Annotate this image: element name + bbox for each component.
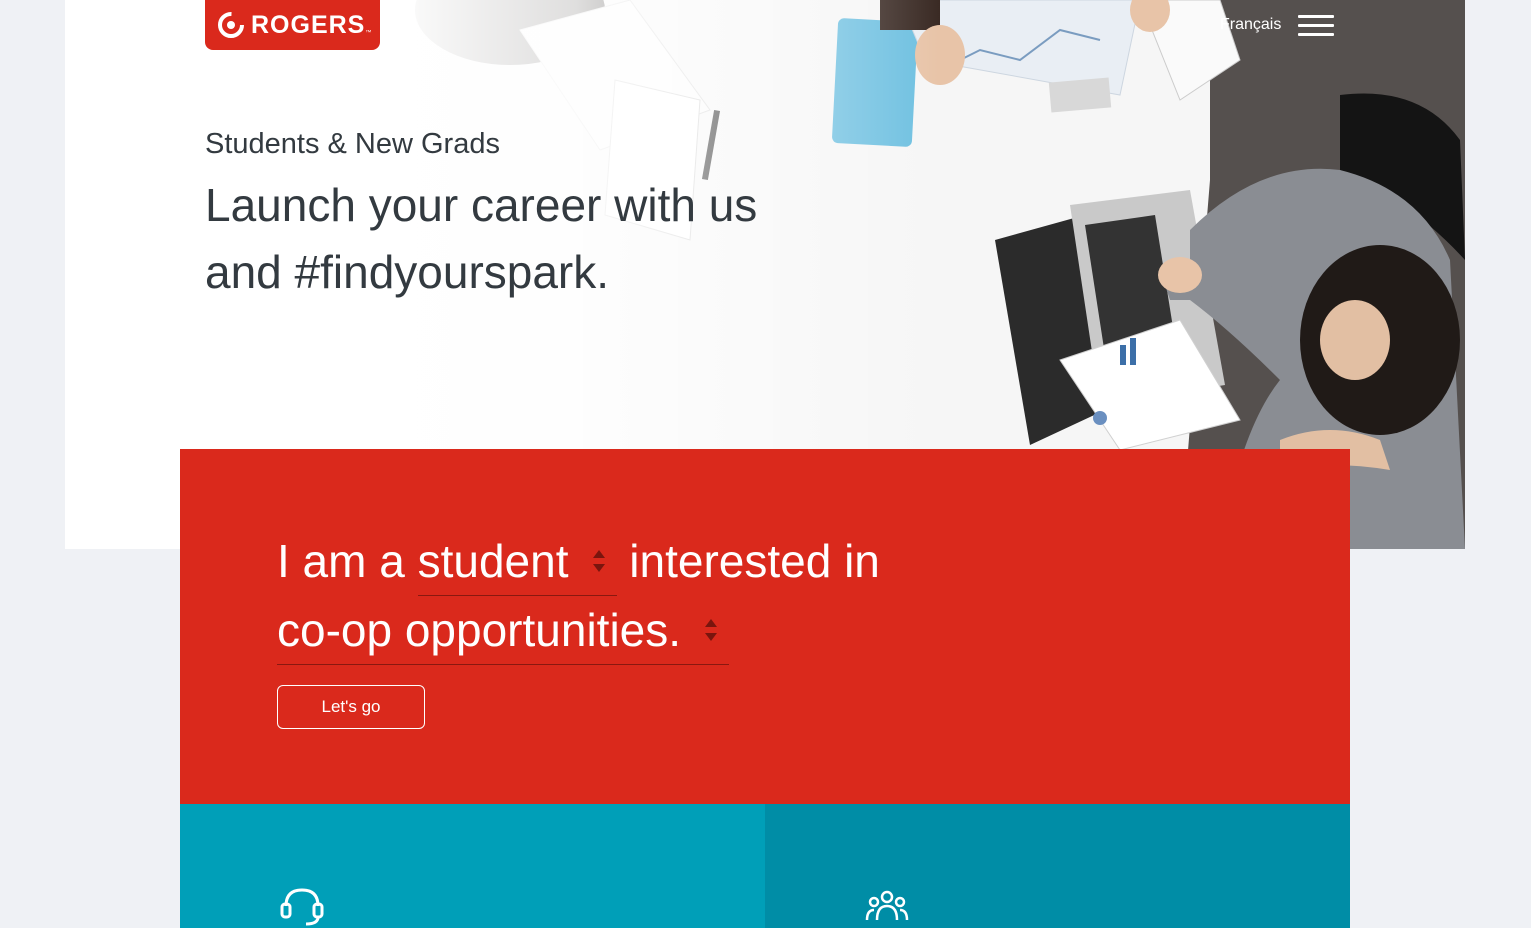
career-selector-sentence: I am a student interested in co-op oppor… xyxy=(277,527,1037,665)
hamburger-menu-icon[interactable] xyxy=(1298,15,1334,37)
select-arrows-icon xyxy=(705,619,718,641)
lets-go-button[interactable]: Let's go xyxy=(277,685,425,729)
sentence-prefix: I am a xyxy=(277,535,405,587)
hero-headline: Launch your career with us and #findyour… xyxy=(205,179,758,298)
select-arrows-icon xyxy=(592,550,605,572)
sentence-middle: interested in xyxy=(629,535,880,587)
interest-select-value: co-op opportunities. xyxy=(277,604,682,656)
support-card[interactable] xyxy=(180,804,765,928)
career-selector-panel: I am a student interested in co-op oppor… xyxy=(180,449,1350,804)
headset-icon xyxy=(280,888,324,926)
language-toggle-link[interactable]: Français xyxy=(1220,16,1281,34)
community-card[interactable] xyxy=(765,804,1350,928)
role-select-value: student xyxy=(417,535,569,587)
interest-select[interactable]: co-op opportunities. xyxy=(277,596,730,665)
rogers-swirl-icon xyxy=(218,12,244,38)
logo-wordmark: ROGERS xyxy=(251,10,366,39)
role-select[interactable]: student xyxy=(417,527,617,596)
rogers-logo[interactable]: ROGERS ™ xyxy=(205,0,380,50)
logo-trademark: ™ xyxy=(365,30,372,36)
hero-eyebrow: Students & New Grads xyxy=(205,128,500,160)
people-group-icon xyxy=(865,890,909,921)
